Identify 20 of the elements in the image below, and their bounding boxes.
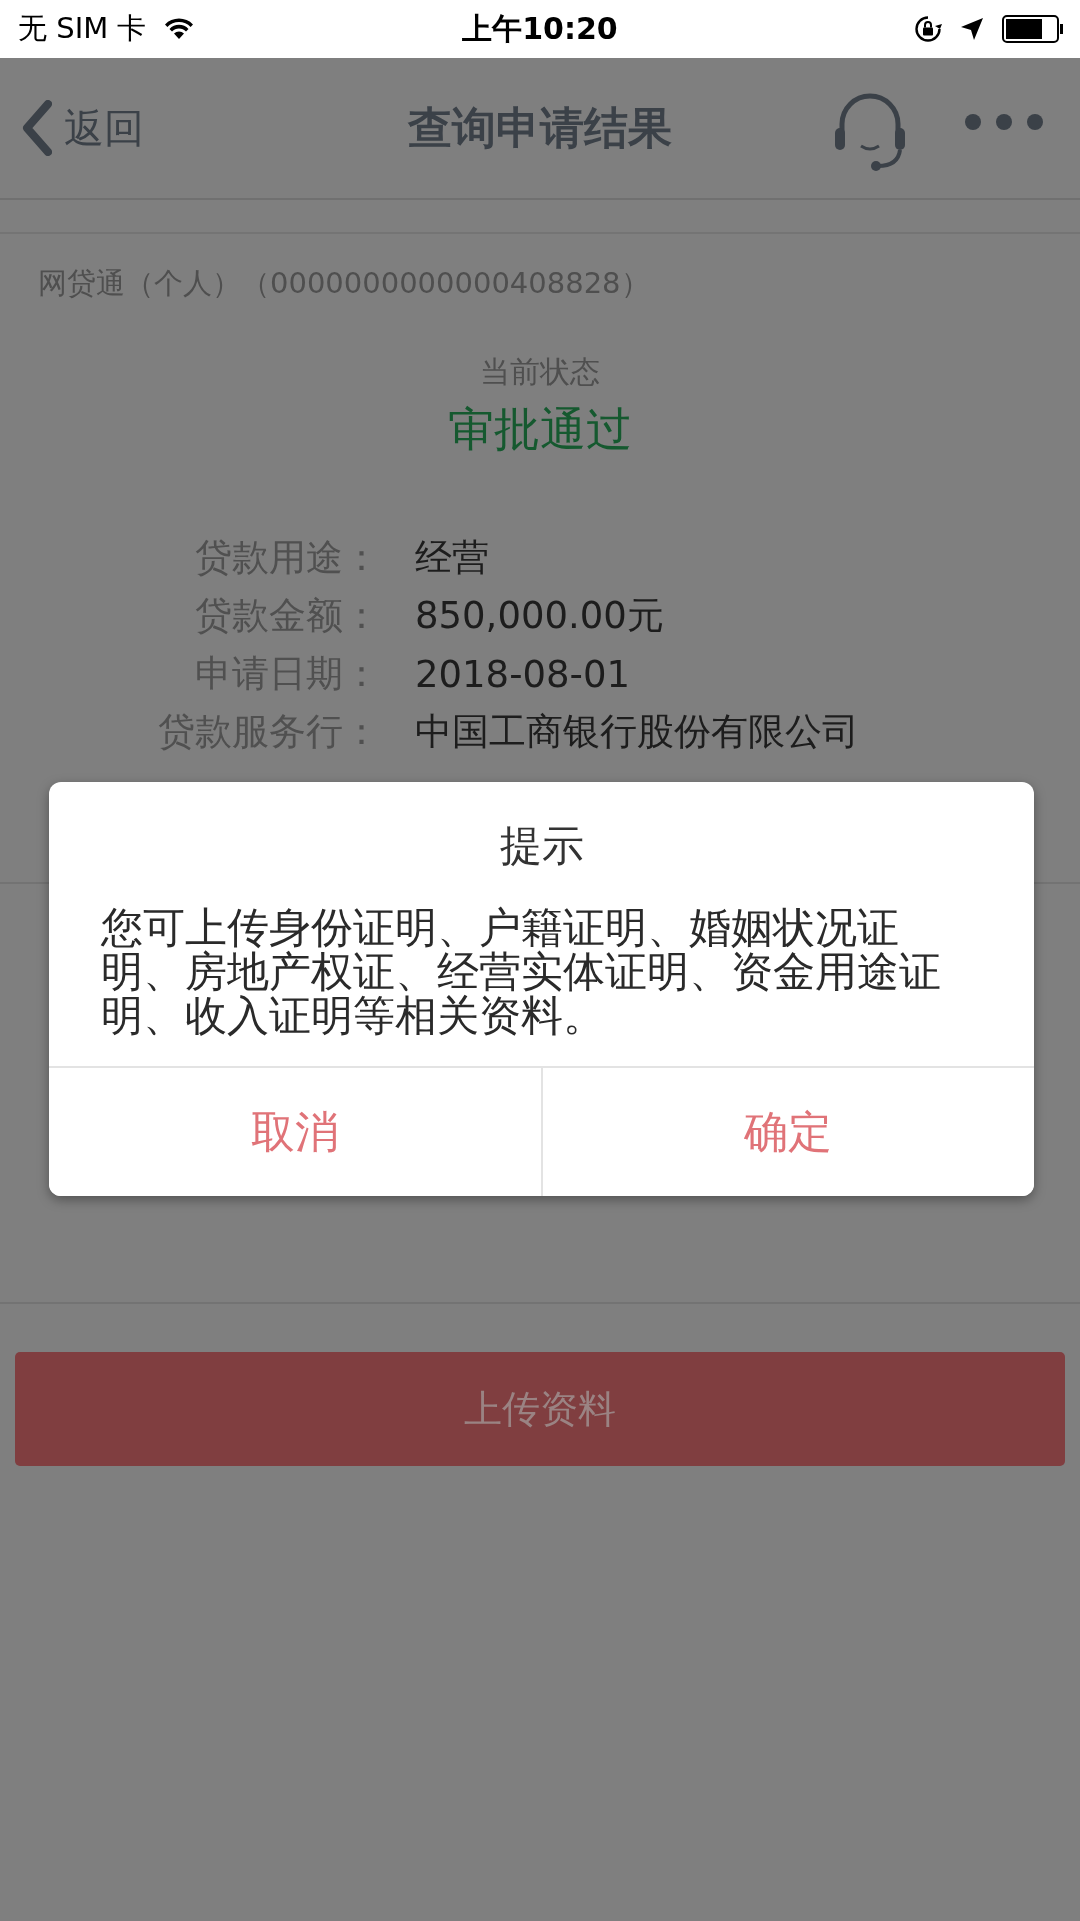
cancel-button[interactable]: 取消	[49, 1068, 541, 1196]
battery-icon	[1002, 15, 1064, 43]
dialog-message: 您可上传身份证明、户籍证明、婚姻状况证明、房地产权证、经营实体证明、资金用途证明、收入证明等相关资料。	[100, 906, 942, 1038]
clock-text: 上午10:20	[462, 9, 618, 48]
detail-value: 中国工商银行股份有限公司	[415, 709, 860, 755]
status-value: 审批通过	[447, 401, 633, 458]
page-title: 查询申请结果	[408, 100, 672, 155]
confirm-button[interactable]: 确定	[540, 1068, 1034, 1196]
carrier-text: 无 SIM 卡	[18, 10, 147, 47]
detail-value: 850,000.00元	[415, 593, 665, 639]
wifi-icon	[164, 18, 195, 40]
rotation-lock-icon	[914, 15, 942, 43]
more-icon[interactable]	[964, 113, 1044, 131]
dialog-title: 提示	[498, 820, 585, 872]
detail-value: 2018-08-01	[415, 652, 632, 696]
chevron-left-icon	[22, 100, 52, 156]
back-button[interactable]: 返回	[0, 100, 144, 156]
location-arrow-icon	[960, 17, 984, 41]
detail-value: 经营	[415, 535, 490, 581]
upload-button[interactable]: 上传资料	[15, 1352, 1065, 1466]
